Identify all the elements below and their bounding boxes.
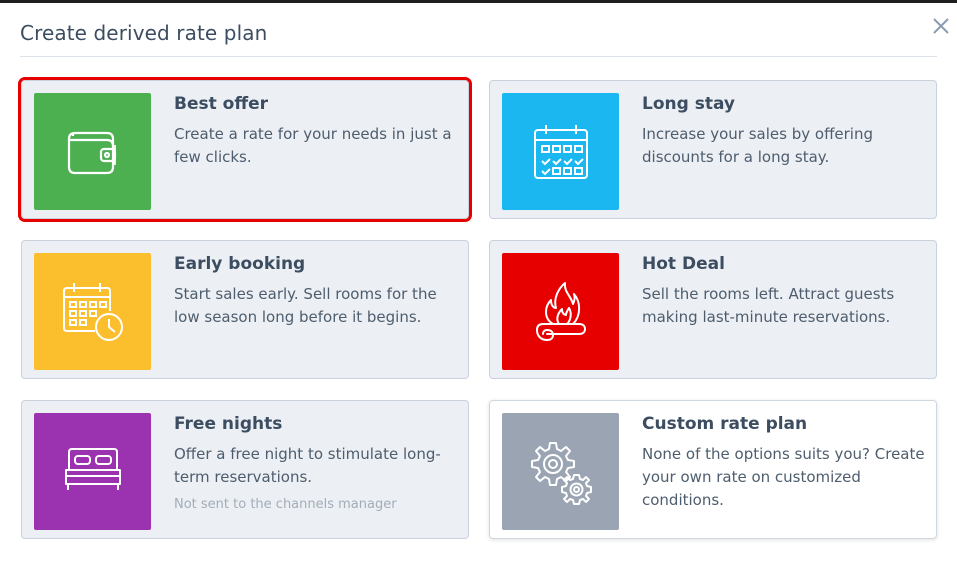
wallet-icon [67,131,116,174]
custom-rate-plan-tile [502,413,619,530]
free-nights-card[interactable]: Free nights Offer a free night to stimul… [21,400,469,539]
bed-icon [64,447,121,490]
card-description: Start sales early. Sell rooms for the lo… [174,285,437,326]
create-rate-plan-dialog: Create derived rate plan Best offer Crea… [0,3,957,582]
channels-manager-note: Not sent to the channels manager [174,497,397,512]
hot-deal-tile [502,253,619,370]
card-title: Hot Deal [642,254,725,274]
best-offer-tile [34,93,151,210]
card-description: None of the options suits you? Create yo… [642,445,925,509]
calendar-clock-icon [62,282,123,341]
card-description: Offer a free night to stimulate long-ter… [174,445,441,486]
card-title: Early booking [174,254,306,274]
best-offer-card[interactable]: Best offer Create a rate for your needs … [18,77,472,222]
free-nights-tile [34,413,151,530]
title-divider [20,56,937,57]
dialog-title: Create derived rate plan [20,21,268,45]
close-icon[interactable] [932,17,950,35]
early-booking-tile [34,253,151,370]
calendar-icon [533,124,588,179]
gears-icon [530,441,592,505]
card-title: Best offer [174,94,269,114]
card-description: Sell the rooms left. Attract guests maki… [642,285,895,326]
long-stay-card[interactable]: Long stay Increase your sales by offerin… [489,80,937,219]
card-title: Custom rate plan [642,414,808,434]
card-description: Increase your sales by offering discount… [642,125,873,166]
long-stay-tile [502,93,619,210]
card-title: Free nights [174,414,283,434]
custom-rate-plan-card[interactable]: Custom rate plan None of the options sui… [489,400,937,539]
flame-icon [535,281,586,341]
card-description: Create a rate for your needs in just a f… [174,125,452,166]
early-booking-card[interactable]: Early booking Start sales early. Sell ro… [21,240,469,379]
card-title: Long stay [642,94,735,114]
hot-deal-card[interactable]: Hot Deal Sell the rooms left. Attract gu… [489,240,937,379]
